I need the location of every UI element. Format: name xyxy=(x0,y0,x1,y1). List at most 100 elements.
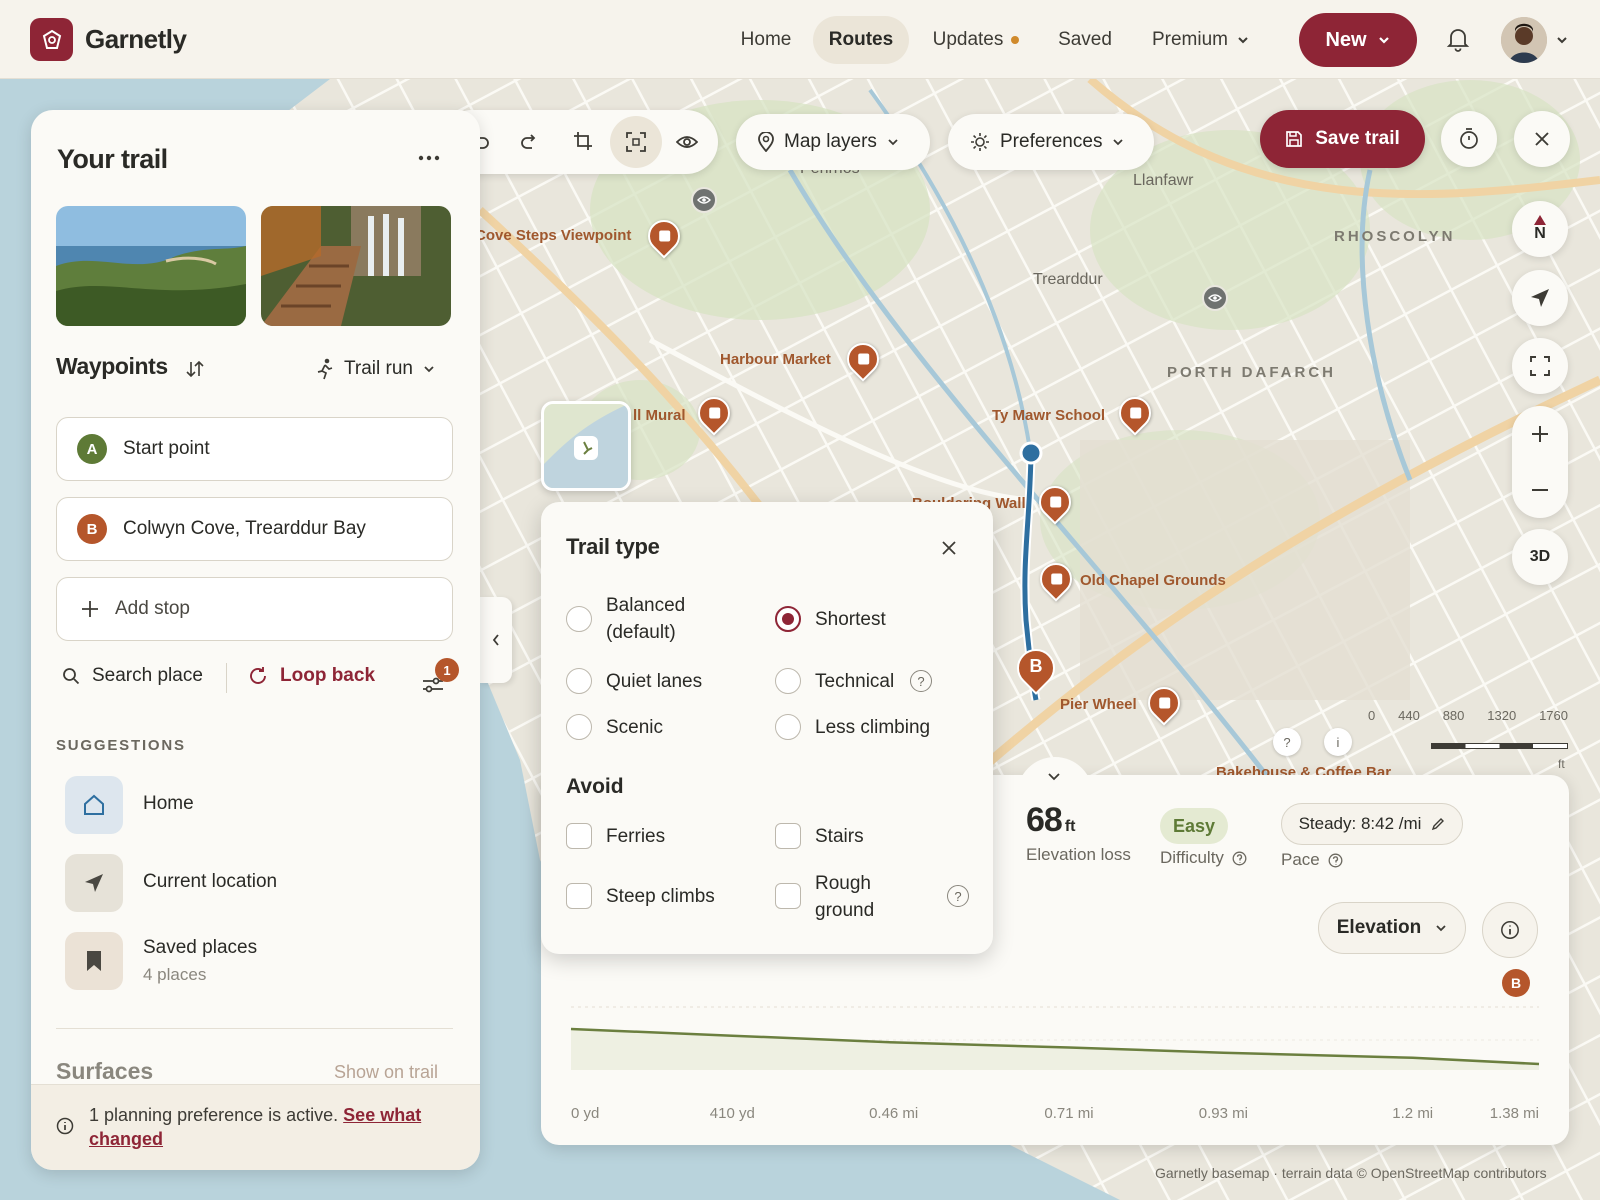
scale-tick: 880 xyxy=(1442,708,1465,723)
nav-home[interactable]: Home xyxy=(728,16,804,64)
chevron-down-icon xyxy=(1238,37,1248,44)
surfaces-heading: Surfaces xyxy=(56,1058,154,1084)
waypoint-badge-b: B xyxy=(77,514,107,544)
suggestion-home[interactable]: Home xyxy=(143,793,194,815)
app-name: Garnetly xyxy=(85,24,187,54)
home-suggestion-icon[interactable] xyxy=(65,776,123,834)
navigation-arrow-icon xyxy=(85,874,103,892)
avoid-stairs-label: Stairs xyxy=(815,826,864,847)
chevron-down-icon xyxy=(1113,139,1124,146)
eye-icon[interactable] xyxy=(1202,285,1228,311)
scale-tick: 0 xyxy=(1368,708,1376,723)
checkbox-rough-ground[interactable] xyxy=(775,883,801,909)
poi-label[interactable]: Ty Mawr School xyxy=(992,407,1105,424)
waypoint-badge-a: A xyxy=(77,434,107,464)
waypoint-end-label: Colwyn Cove, Trearddur Bay xyxy=(123,518,366,539)
map-layers-label: Map layers xyxy=(784,131,877,152)
radio-less-climbing[interactable] xyxy=(775,714,801,740)
scale-tick: 1320 xyxy=(1487,708,1517,723)
redo-icon[interactable] xyxy=(520,132,540,152)
activity-mode-dropdown[interactable]: Trail run xyxy=(316,358,435,380)
radio-balanced[interactable] xyxy=(566,606,592,632)
zoom-in-icon[interactable] xyxy=(1530,424,1550,444)
compass-button[interactable]: N xyxy=(1512,201,1568,257)
help-info-button[interactable]: i xyxy=(1324,728,1352,756)
trail-photo-waterfall[interactable] xyxy=(261,206,451,326)
eye-icon[interactable] xyxy=(691,187,717,213)
search-place-button[interactable]: Search place xyxy=(62,665,203,687)
poi-label[interactable]: Old Chapel Grounds xyxy=(1080,572,1226,589)
radio-technical[interactable] xyxy=(775,668,801,694)
nav-routes[interactable]: Routes xyxy=(813,16,909,64)
current-location-suggestion-icon[interactable] xyxy=(65,854,123,912)
radio-quiet-lanes[interactable] xyxy=(566,668,592,694)
more-options-icon[interactable] xyxy=(418,155,440,161)
minimap-thumbnail[interactable] xyxy=(541,401,631,491)
nav-updates[interactable]: Updates xyxy=(918,16,1034,64)
x-tick-label: 0 yd xyxy=(571,1105,599,1122)
sort-icon[interactable] xyxy=(185,360,205,378)
chevron-down-icon xyxy=(888,139,898,146)
sun-icon xyxy=(971,133,989,151)
eye-icon[interactable] xyxy=(676,132,698,152)
waypoint-end-field[interactable]: B Colwyn Cove, Trearddur Bay xyxy=(56,497,453,561)
add-stop-button[interactable]: Add stop xyxy=(56,577,453,641)
trail-photo-coast[interactable] xyxy=(56,206,246,326)
bell-icon[interactable] xyxy=(1446,26,1470,57)
nav-premium[interactable]: Premium xyxy=(1140,16,1262,64)
preferences-dropdown[interactable]: Preferences xyxy=(948,114,1154,170)
north-arrow-icon xyxy=(1534,215,1546,225)
suggestion-current-location[interactable]: Current location xyxy=(143,871,277,893)
option-shortest-label: Shortest xyxy=(815,609,886,630)
x-tick-label: 410 yd xyxy=(710,1105,755,1122)
checkbox-ferries[interactable] xyxy=(566,823,592,849)
chevron-down-icon[interactable] xyxy=(1555,33,1569,47)
activity-mode-label: Trail run xyxy=(344,358,413,379)
saved-places-suggestion-icon[interactable] xyxy=(65,932,123,990)
locate-me-button[interactable] xyxy=(1512,270,1568,326)
user-avatar[interactable] xyxy=(1501,17,1547,63)
technical-help-icon[interactable]: ? xyxy=(910,670,932,692)
map-layers-dropdown[interactable]: Map layers xyxy=(736,114,930,170)
nav-premium-label: Premium xyxy=(1151,29,1228,50)
poi-label[interactable]: ll Mural xyxy=(633,407,686,424)
chart-marker-b-label: B xyxy=(1511,975,1521,991)
map-attribution[interactable]: Garnetly basemap · terrain data © OpenSt… xyxy=(1155,1165,1547,1181)
close-map-button[interactable] xyxy=(1514,111,1570,167)
collapse-panel-button[interactable] xyxy=(480,597,512,683)
loop-back-button[interactable]: Loop back xyxy=(248,665,375,687)
focus-tool-button[interactable] xyxy=(610,116,662,168)
x-tick-label: 1.2 mi xyxy=(1392,1105,1433,1122)
save-trail-label: Save trail xyxy=(1315,128,1400,149)
radio-scenic[interactable] xyxy=(566,714,592,740)
poi-label[interactable]: Cove Steps Viewpoint xyxy=(475,227,631,244)
checkbox-steep-climbs[interactable] xyxy=(566,883,592,909)
fullscreen-button[interactable] xyxy=(1512,338,1568,394)
x-tick-label: 0.46 mi xyxy=(869,1105,918,1122)
checkbox-stairs[interactable] xyxy=(775,823,801,849)
rough-ground-help-icon[interactable]: ? xyxy=(947,885,969,907)
garnetly-logo-icon[interactable] xyxy=(30,18,73,61)
planning-notice-text: 1 planning preference is active. xyxy=(89,1105,339,1125)
poi-label[interactable]: Pier Wheel xyxy=(1060,696,1137,713)
waypoint-start-label: Start point xyxy=(123,438,210,459)
nav-updates-label: Updates xyxy=(932,29,1004,50)
waypoint-start-field[interactable]: A Start point xyxy=(56,417,453,481)
new-button[interactable]: New xyxy=(1299,13,1417,67)
radio-shortest[interactable] xyxy=(775,606,801,632)
timer-button[interactable] xyxy=(1441,111,1497,167)
suggestion-saved-places[interactable]: Saved places xyxy=(143,937,257,959)
zoom-controls xyxy=(1512,406,1568,518)
option-quiet-lanes-label: Quiet lanes xyxy=(606,671,703,692)
crop-icon[interactable] xyxy=(572,130,594,152)
avoid-rough-ground-label: Rough ground xyxy=(815,873,875,921)
option-technical-label: Technical xyxy=(815,671,895,692)
zoom-out-icon[interactable] xyxy=(1530,480,1550,500)
nav-saved[interactable]: Saved xyxy=(1046,16,1124,64)
poi-label[interactable]: Harbour Market xyxy=(720,351,831,368)
save-trail-button[interactable]: Save trail xyxy=(1260,110,1425,168)
show-on-trail-link[interactable]: Show on trail xyxy=(334,1062,438,1083)
close-icon[interactable] xyxy=(941,540,957,556)
3d-toggle-button[interactable]: 3D xyxy=(1512,529,1568,585)
help-question-button[interactable]: ? xyxy=(1273,728,1301,756)
